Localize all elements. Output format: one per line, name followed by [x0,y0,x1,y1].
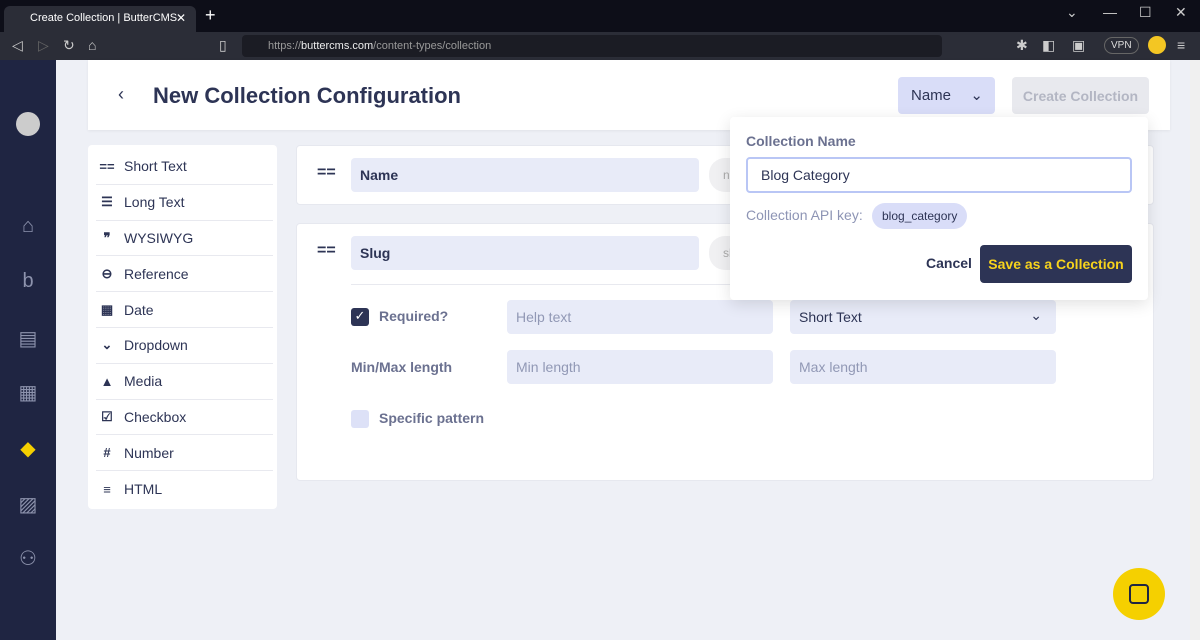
pages-nav-icon[interactable]: ▤ [16,326,40,350]
home-icon[interactable]: ⌂ [88,37,96,53]
min-length-input[interactable]: Min length [507,350,773,384]
palette-item-dropdown[interactable]: ⌄ Dropdown [96,328,273,364]
field-type-icon: # [103,445,111,461]
palette-item-label: Long Text [124,194,185,211]
field-type-icon: == [99,158,115,174]
field-type-icon: ⌄ [101,337,113,353]
close-window-icon[interactable]: ✕ [1175,4,1187,21]
chat-widget-button[interactable] [1113,568,1165,620]
minimize-icon[interactable]: — [1103,4,1117,20]
chevron-down-icon: ⌄ [970,87,983,104]
home-nav-icon[interactable]: ⌂ [16,215,40,239]
browser-tab-bar: Create Collection | ButterCMS ✕ + ⌄ — ☐ ✕ [0,0,1200,32]
close-tab-icon[interactable]: ✕ [176,11,186,25]
palette-item-label: Media [124,373,163,390]
specific-pattern-checkbox[interactable] [351,410,369,428]
palette-item-number[interactable]: # Number [96,435,273,472]
sidebar-icon[interactable]: ◧ [1042,37,1055,54]
page-types-nav-icon[interactable]: ▦ [16,380,40,404]
new-tab-icon[interactable]: + [205,5,216,26]
users-nav-icon[interactable]: ⚇ [16,546,40,570]
wallet-icon[interactable]: ▣ [1072,37,1085,54]
profile-avatar[interactable] [1148,36,1166,54]
app-sidebar: ⌂ b ▤ ▦ ◆ ▨ ⚇ [0,60,56,640]
chat-icon [1129,584,1149,604]
tab-title: Create Collection | ButterCMS [30,12,178,24]
maximize-icon[interactable]: ☐ [1139,4,1152,21]
max-length-input[interactable]: Max length [790,350,1056,384]
butter-logo-icon[interactable] [16,112,40,136]
menu-icon[interactable]: ≡ [1177,37,1185,53]
name-field-select[interactable]: Name ⌄ [898,77,995,114]
palette-item-checkbox[interactable]: ☑ Checkbox [96,400,273,436]
bookmark-icon[interactable]: ▯ [219,37,227,54]
palette-item-long-text[interactable]: ☰ Long Text [96,185,273,221]
field-slug-input[interactable]: Slug [351,236,699,270]
field-type-icon: ▲ [100,373,114,389]
drag-handle-icon[interactable]: == [317,242,336,260]
cancel-button[interactable]: Cancel [926,255,972,271]
url-path: /content-types/collection [373,40,492,52]
vpn-button[interactable]: VPN [1104,37,1139,54]
palette-item-media[interactable]: ▲ Media [96,364,273,400]
collections-nav-icon[interactable]: ◆ [16,436,40,460]
field-type-value: Short Text [799,309,862,325]
forward-icon[interactable]: ▷ [38,37,49,54]
palette-item-short-text[interactable]: == Short Text [96,149,273,185]
select-value: Name [911,87,952,104]
palette-item-wysiwyg[interactable]: ❞ WYSIWYG [96,221,273,257]
field-type-icon: ▦ [100,301,114,317]
specific-pattern-label: Specific pattern [379,410,485,426]
media-nav-icon[interactable]: ▨ [16,492,40,516]
drag-handle-icon[interactable]: == [317,164,336,182]
palette-item-label: Number [124,444,174,461]
required-checkbox[interactable]: ✓ [351,308,369,326]
scrollbar[interactable] [1190,60,1200,640]
palette-item-date[interactable]: ▦ Date [96,292,273,328]
palette-item-reference[interactable]: ⊖ Reference [96,256,273,293]
reload-icon[interactable]: ↻ [63,37,75,54]
palette-item-label: Dropdown [124,337,188,354]
field-name-input[interactable]: Name [351,158,699,192]
help-text-input[interactable]: Help text [507,300,773,334]
blog-nav-icon[interactable]: b [16,270,40,294]
field-type-icon: ❞ [103,229,111,245]
api-key-label: Collection API key: [746,207,863,223]
field-type-icon: ☑ [101,408,113,424]
palette-item-label: Checkbox [124,408,187,425]
page-title: New Collection Configuration [153,83,461,108]
field-type-icon: ≡ [103,481,111,497]
collection-name-label: Collection Name [746,133,856,149]
collection-name-input[interactable]: Blog Category [746,157,1132,193]
field-type-palette: == Short Text ☰ Long Text ❞ WYSIWYG ⊖ Reference… [88,145,277,509]
extensions-icon[interactable]: ✱ [1016,37,1028,54]
palette-item-label: Date [124,301,154,318]
api-key-chip: blog_category [872,203,968,229]
browser-toolbar: ◁ ▷ ↻ ⌂ ▯ https://buttercms.com/content-… [0,32,1200,60]
minmax-label: Min/Max length [351,359,453,375]
browser-tab[interactable]: Create Collection | ButterCMS ✕ [4,6,196,32]
save-collection-button[interactable]: Save as a Collection [980,245,1132,283]
palette-item-label: Short Text [124,158,187,175]
palette-item-label: WYSIWYG [124,229,194,246]
url-prefix: https:// [268,40,302,52]
tab-search-icon[interactable]: ⌄ [1066,4,1078,21]
back-icon[interactable]: ◁ [12,37,23,54]
field-type-icon: ⊖ [101,265,113,281]
palette-item-html[interactable]: ≡ HTML [96,471,273,507]
address-bar[interactable]: https://buttercms.com/content-types/coll… [242,35,942,57]
field-type-icon: ☰ [101,194,113,210]
collection-name-popover: Collection Name Blog Category Collection… [730,117,1148,300]
palette-item-label: Reference [124,265,189,282]
required-label: Required? [379,308,449,324]
palette-item-label: HTML [124,481,163,498]
chevron-down-icon: ⌄ [1030,307,1042,323]
url-domain: buttercms.com [301,40,374,52]
create-collection-button[interactable]: Create Collection [1012,77,1149,114]
field-type-select[interactable]: Short Text ⌄ [790,300,1056,334]
back-arrow-icon[interactable]: ‹ [118,84,124,105]
